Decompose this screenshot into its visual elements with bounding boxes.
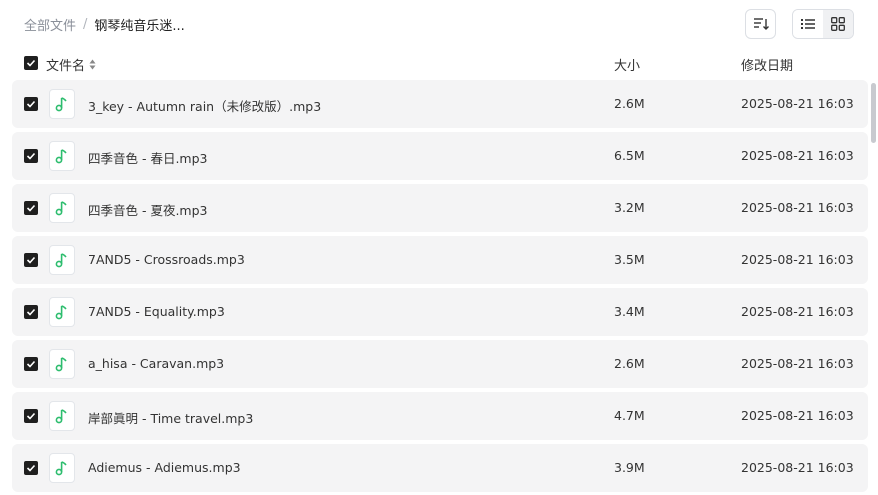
breadcrumb: 全部文件 / 钢琴纯音乐迷... [24,14,185,34]
vertical-scrollbar[interactable] [871,83,876,143]
file-size: 2.6M [614,96,645,111]
row-checkbox[interactable] [24,97,38,111]
check-icon [26,59,36,67]
file-date: 2025-08-21 16:03 [741,200,854,215]
file-name[interactable]: 四季音色 - 夏夜.mp3 [88,200,208,219]
file-row[interactable]: 7AND5 - Crossroads.mp3 3.5M 2025-08-21 1… [12,236,868,284]
file-row[interactable]: a_hisa - Caravan.mp3 2.6M 2025-08-21 16:… [12,340,868,388]
view-toggle [792,9,854,39]
column-header-date[interactable]: 修改日期 [741,55,793,74]
file-row[interactable]: 7AND5 - Equality.mp3 3.4M 2025-08-21 16:… [12,288,868,336]
music-note-icon [49,401,75,431]
file-row[interactable]: 3_key - Autumn rain（未修改版）.mp3 2.6M 2025-… [12,80,868,128]
table-header: 文件名 大小 修改日期 [0,52,878,76]
file-size: 4.7M [614,408,645,423]
file-name[interactable]: 四季音色 - 春日.mp3 [88,148,208,167]
row-checkbox[interactable] [24,149,38,163]
music-note-icon [49,193,75,223]
check-icon [26,100,36,108]
music-note-icon [49,245,75,275]
file-row[interactable]: 四季音色 - 春日.mp3 6.5M 2025-08-21 16:03 [12,132,868,180]
file-size: 3.2M [614,200,645,215]
file-browser: 全部文件 / 钢琴纯音乐迷... 文件名 大小 修改日期 3_key - Aut… [0,0,878,495]
breadcrumb-current: 钢琴纯音乐迷... [94,18,185,34]
check-icon [26,152,36,160]
file-name[interactable]: 7AND5 - Equality.mp3 [88,304,225,319]
check-icon [26,204,36,212]
file-date: 2025-08-21 16:03 [741,96,854,111]
column-header-name-label: 文件名 [46,59,86,74]
file-size: 2.6M [614,356,645,371]
row-checkbox[interactable] [24,305,38,319]
file-size: 3.4M [614,304,645,319]
check-icon [26,360,36,368]
file-date: 2025-08-21 16:03 [741,408,854,423]
sort-button[interactable] [745,9,776,39]
file-date: 2025-08-21 16:03 [741,252,854,267]
grid-view-button[interactable] [823,10,853,38]
music-note-icon [49,89,75,119]
file-row[interactable]: Adiemus - Adiemus.mp3 3.9M 2025-08-21 16… [12,444,868,492]
file-size: 3.9M [614,460,645,475]
music-note-icon [49,141,75,171]
check-icon [26,308,36,316]
breadcrumb-root-link[interactable]: 全部文件 [24,15,76,34]
list-view-button[interactable] [793,10,823,38]
file-name[interactable]: Adiemus - Adiemus.mp3 [88,460,241,475]
file-list: 3_key - Autumn rain（未修改版）.mp3 2.6M 2025-… [12,80,868,495]
row-checkbox[interactable] [24,357,38,371]
breadcrumb-separator: / [83,16,88,32]
file-name[interactable]: 3_key - Autumn rain（未修改版）.mp3 [88,96,321,115]
file-size: 6.5M [614,148,645,163]
select-all-checkbox[interactable] [24,56,38,70]
check-icon [26,464,36,472]
file-row[interactable]: 岸部眞明 - Time travel.mp3 4.7M 2025-08-21 1… [12,392,868,440]
file-name[interactable]: 岸部眞明 - Time travel.mp3 [88,408,253,427]
file-size: 3.5M [614,252,645,267]
file-name[interactable]: 7AND5 - Crossroads.mp3 [88,252,245,267]
sort-arrows-icon [89,59,96,70]
file-date: 2025-08-21 16:03 [741,460,854,475]
check-icon [26,256,36,264]
sort-lines-icon [753,18,769,30]
music-note-icon [49,349,75,379]
row-checkbox[interactable] [24,201,38,215]
file-row[interactable]: 四季音色 - 夏夜.mp3 3.2M 2025-08-21 16:03 [12,184,868,232]
column-header-size[interactable]: 大小 [614,55,640,74]
grid-view-icon [831,17,845,31]
file-date: 2025-08-21 16:03 [741,148,854,163]
row-checkbox[interactable] [24,461,38,475]
music-note-icon [49,453,75,483]
column-header-name[interactable]: 文件名 [46,55,96,74]
check-icon [26,412,36,420]
row-checkbox[interactable] [24,409,38,423]
row-checkbox[interactable] [24,253,38,267]
file-name[interactable]: a_hisa - Caravan.mp3 [88,356,224,371]
music-note-icon [49,297,75,327]
file-date: 2025-08-21 16:03 [741,356,854,371]
file-date: 2025-08-21 16:03 [741,304,854,319]
list-view-icon [801,19,815,29]
